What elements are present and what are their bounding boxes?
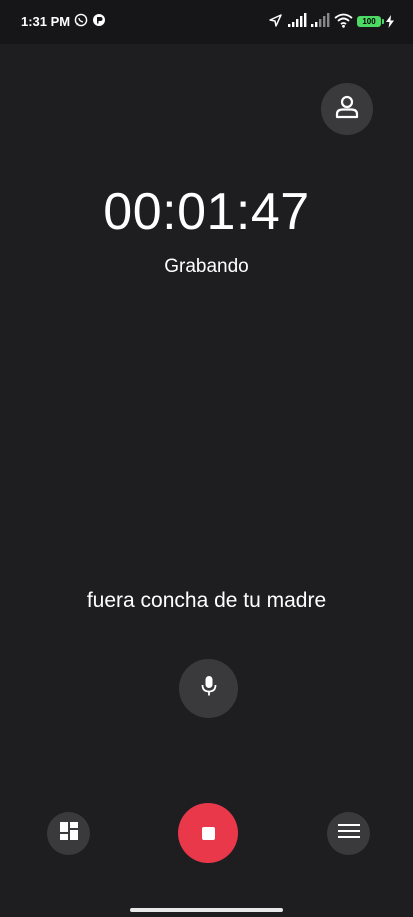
home-indicator[interactable]: [130, 908, 283, 912]
grid-icon: [59, 821, 79, 846]
signal-icon: [310, 13, 330, 33]
wifi-icon: [334, 13, 353, 33]
location-arrow-icon: [268, 13, 283, 33]
menu-button[interactable]: [327, 812, 370, 855]
whatsapp-icon: [74, 13, 88, 32]
recorder-screen: 1:31 PM 100 00:01:47 Grabando fuera conc…: [0, 0, 413, 917]
stop-icon: [201, 826, 215, 840]
signal-icon: [287, 13, 307, 33]
charging-icon: [386, 15, 394, 33]
person-icon: [333, 93, 361, 126]
recording-timer: 00:01:47: [103, 183, 310, 241]
contact-button[interactable]: [321, 83, 373, 135]
stop-recording-button[interactable]: [178, 803, 238, 863]
microphone-icon: [199, 674, 219, 703]
live-transcript: fuera concha de tu madre: [86, 589, 327, 612]
notification-icon: [92, 13, 106, 32]
recordings-gallery-button[interactable]: [47, 812, 90, 855]
battery-icon: 100: [357, 16, 384, 27]
status-time: 1:31 PM: [21, 14, 71, 29]
microphone-button[interactable]: [179, 659, 238, 718]
recording-status-label: Grabando: [164, 256, 249, 277]
menu-icon: [337, 823, 360, 844]
status-bar: 1:31 PM 100: [0, 0, 413, 44]
